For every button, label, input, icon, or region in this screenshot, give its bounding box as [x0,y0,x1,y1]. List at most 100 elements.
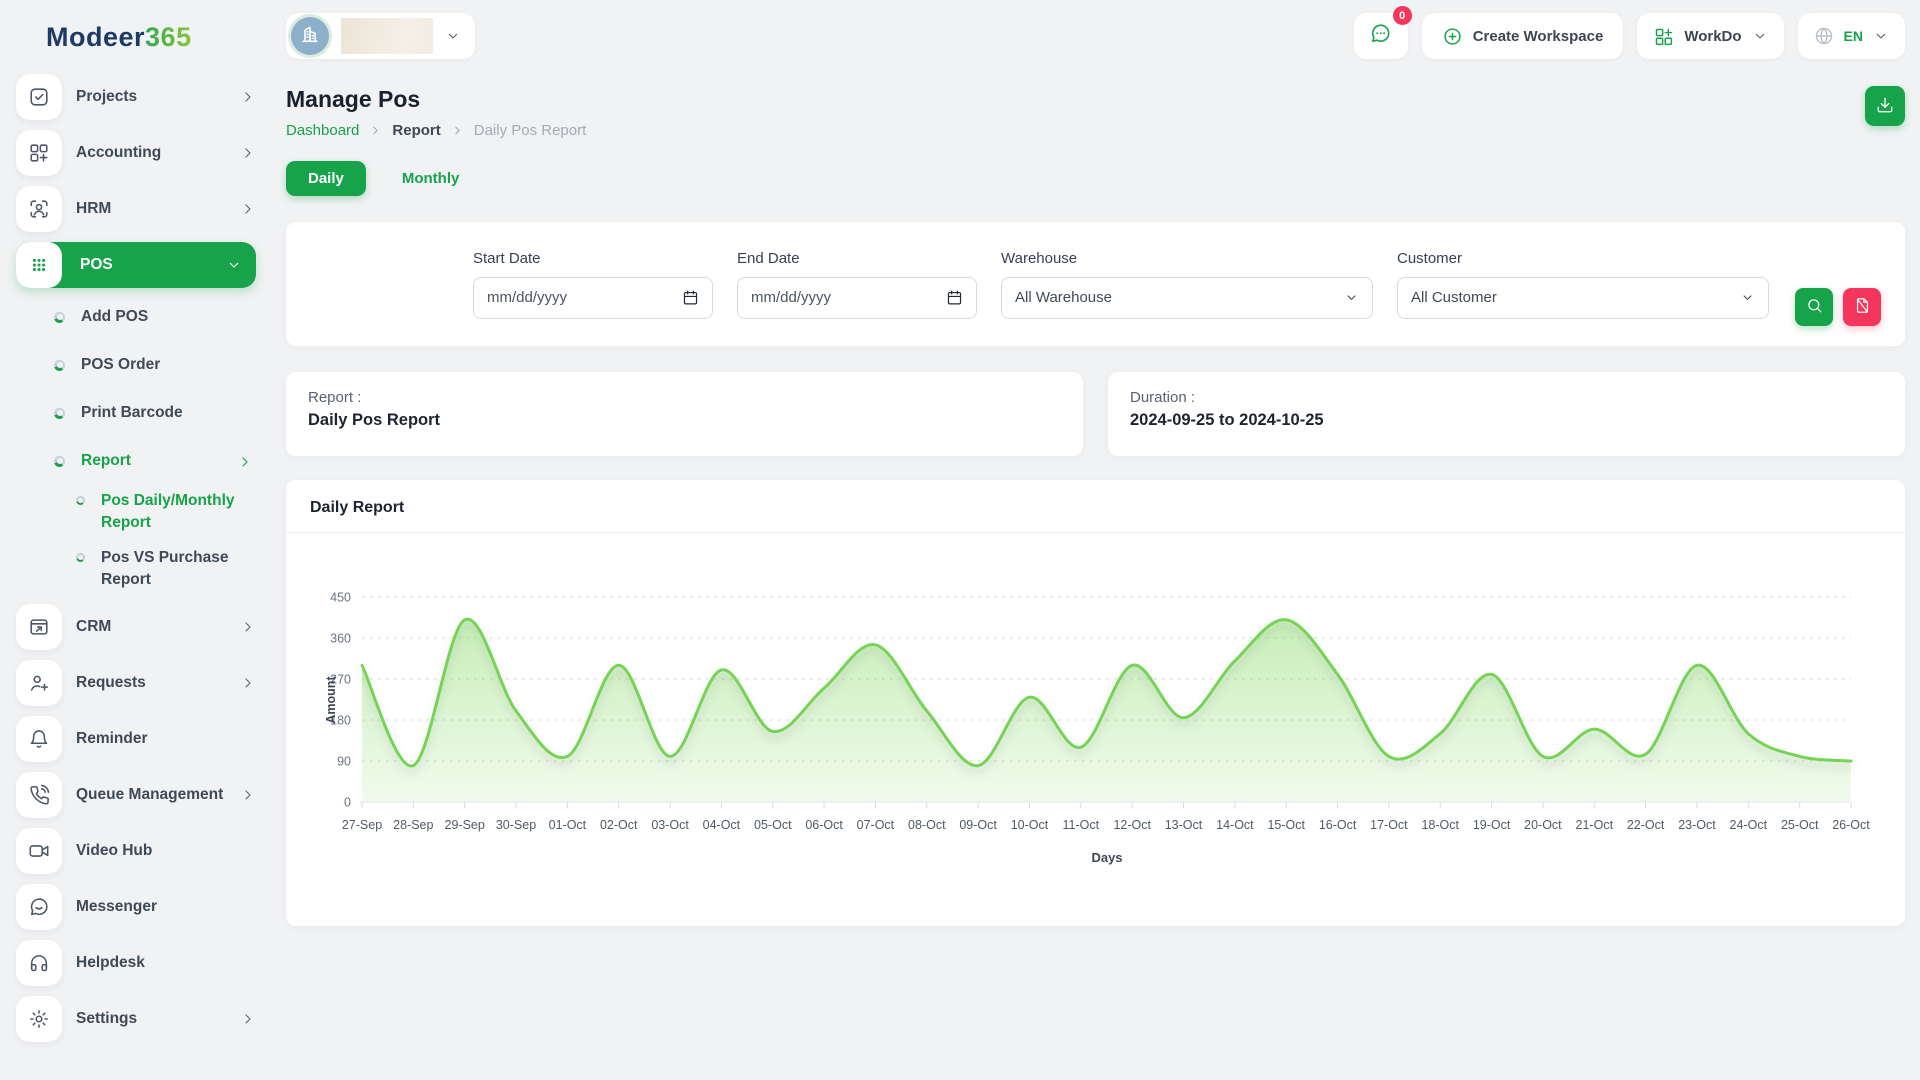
sidebar-item-label: Pos Daily/Monthly Report [101,490,251,535]
svg-text:16-Oct: 16-Oct [1319,818,1357,832]
svg-text:08-Oct: 08-Oct [908,818,946,832]
calendar-icon[interactable] [946,289,963,306]
chevron-right-icon [240,1011,256,1027]
create-workspace-label: Create Workspace [1473,28,1604,45]
duration-summary-card: Duration : 2024-09-25 to 2024-10-25 [1108,372,1905,456]
apply-filter-button[interactable] [1795,288,1833,326]
sidebar-item-label: Report [81,452,131,470]
report-value: Daily Pos Report [308,411,1061,430]
workdo-dropdown[interactable]: WorkDo [1637,13,1783,59]
sidebar-item-label: Reminder [76,730,148,748]
sidebar-item-label: Projects [76,88,137,106]
svg-text:09-Oct: 09-Oct [959,818,997,832]
globe-icon [1814,26,1834,46]
chevron-right-icon [240,89,256,105]
svg-text:18-Oct: 18-Oct [1421,818,1459,832]
language-dropdown[interactable]: EN [1798,13,1905,59]
duration-label: Duration : [1130,389,1883,406]
end-date-input[interactable]: mm/dd/yyyy [737,277,977,319]
page-header-left: Manage Pos Dashboard Report Daily Pos Re… [286,86,586,139]
chart-header: Daily Report [286,480,1905,533]
chevron-down-icon [226,257,242,273]
daily-report-area-chart[interactable]: 09018027036045027-Sep28-Sep29-Sep30-Sep0… [322,547,1881,869]
daily-report-chart-card: Daily Report 09018027036045027-Sep28-Sep… [286,480,1905,926]
start-date-input[interactable]: mm/dd/yyyy [473,277,713,319]
tab-monthly[interactable]: Monthly [380,161,482,196]
svg-text:Amount: Amount [324,676,338,724]
search-icon [1806,297,1823,317]
svg-text:30-Sep: 30-Sep [496,818,536,832]
download-report-button[interactable] [1865,86,1905,126]
chevron-down-icon [445,28,461,44]
sidebar-item-pos-order[interactable]: POS Order [16,346,256,384]
workdo-label: WorkDo [1684,28,1741,45]
sidebar-item-label: Requests [76,674,146,692]
sidebar-item-accounting[interactable]: Accounting [16,130,256,176]
svg-text:24-Oct: 24-Oct [1730,818,1768,832]
sidebar-item-label: Video Hub [76,842,152,860]
create-workspace-button[interactable]: Create Workspace [1422,13,1624,59]
calendar-icon[interactable] [682,289,699,306]
download-icon [1876,96,1894,117]
plus-circle-icon [1442,26,1463,47]
report-label: Report : [308,389,1061,406]
svg-text:360: 360 [330,632,351,646]
sidebar-item-crm[interactable]: CRM [16,604,256,650]
sidebar-item-pos-vs-purchase-report[interactable]: Pos VS Purchase Report [16,547,256,592]
svg-text:03-Oct: 03-Oct [651,818,689,832]
sidebar-item-label: Add POS [81,308,148,326]
svg-text:21-Oct: 21-Oct [1576,818,1614,832]
svg-text:07-Oct: 07-Oct [857,818,895,832]
sidebar-item-label: Accounting [76,144,161,162]
breadcrumb-report[interactable]: Report [392,122,440,139]
sidebar-item-requests[interactable]: Requests [16,660,256,706]
sidebar-item-settings[interactable]: Settings [16,996,256,1042]
sidebar-item-label: Messenger [76,898,157,916]
customer-field: Customer All Customer [1397,250,1769,319]
filter-actions [1795,288,1881,326]
sidebar-item-pos[interactable]: POS [16,242,256,288]
svg-text:13-Oct: 13-Oct [1165,818,1203,832]
svg-text:01-Oct: 01-Oct [549,818,587,832]
bullet-icon [54,360,65,371]
app-root: Modeer365 Projects Accounting HRM POS Add PO… [0,0,1920,1080]
warehouse-select[interactable]: All Warehouse [1001,277,1373,319]
sidebar-item-video-hub[interactable]: Video Hub [16,828,256,874]
chevron-right-icon [240,145,256,161]
svg-text:11-Oct: 11-Oct [1063,818,1100,832]
building-icon [299,23,321,50]
sidebar-item-reminder[interactable]: Reminder [16,716,256,762]
sidebar-item-add-pos[interactable]: Add POS [16,298,256,336]
svg-text:17-Oct: 17-Oct [1370,818,1408,832]
svg-text:23-Oct: 23-Oct [1678,818,1716,832]
messages-button[interactable]: 0 [1354,13,1408,59]
tab-daily[interactable]: Daily [286,161,366,196]
sidebar-item-print-barcode[interactable]: Print Barcode [16,394,256,432]
chevron-right-icon [451,124,464,137]
workspace-avatar [291,17,329,55]
chevron-right-icon [240,675,256,691]
sidebar-item-pos-daily-monthly-report[interactable]: Pos Daily/Monthly Report [16,490,256,535]
brand-logo[interactable]: Modeer365 [16,0,256,74]
sidebar-item-messenger[interactable]: Messenger [16,884,256,930]
sidebar-item-projects[interactable]: Projects [16,74,256,120]
workspace-switcher[interactable] [286,13,475,59]
reset-filter-button[interactable] [1843,288,1881,326]
chat-icon [1369,22,1392,50]
customer-select[interactable]: All Customer [1397,277,1769,319]
chevron-down-icon [1873,28,1889,44]
sidebar-item-label: HRM [76,200,111,218]
chevron-down-icon [1752,28,1768,44]
sidebar-item-helpdesk[interactable]: Helpdesk [16,940,256,986]
squares-plus-icon [16,130,62,176]
svg-text:0: 0 [344,796,351,810]
chevron-right-icon [240,787,256,803]
sidebar-item-report[interactable]: Report [16,442,256,480]
topbar: 0 Create Workspace WorkDo EN [286,0,1905,72]
user-plus-icon [16,660,62,706]
bullet-icon [54,456,65,467]
window-arrow-icon [16,604,62,650]
sidebar-item-queue-management[interactable]: Queue Management [16,772,256,818]
breadcrumb-dashboard[interactable]: Dashboard [286,122,359,139]
sidebar-item-hrm[interactable]: HRM [16,186,256,232]
